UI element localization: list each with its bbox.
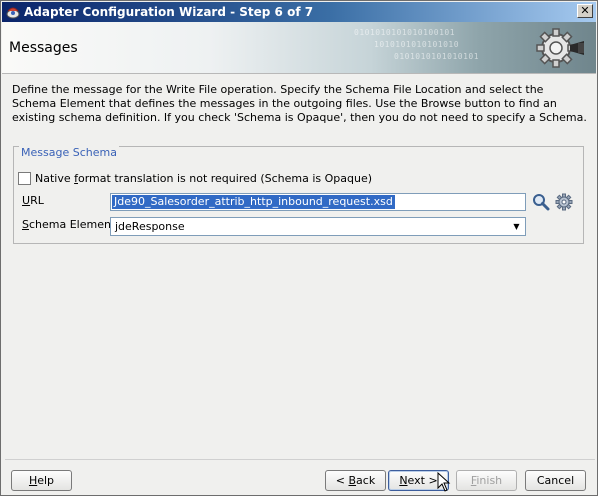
- back-mnemonic: B: [348, 474, 357, 487]
- window-title: Adapter Configuration Wizard - Step 6 of…: [24, 5, 314, 19]
- schema-opaque-checkbox[interactable]: [18, 172, 31, 185]
- page-header: Messages 0101010101010100101 10101010101…: [2, 22, 596, 74]
- url-label-mnemonic: U: [22, 194, 31, 207]
- page-title: Messages: [9, 40, 78, 56]
- back-label-pre: <: [335, 474, 349, 487]
- close-icon: ✕: [580, 4, 590, 17]
- binary-decoration-2: 1010101010101010: [374, 40, 460, 49]
- cb-label-part-1: Native: [35, 172, 75, 185]
- url-label: URL: [22, 194, 44, 207]
- schema-opaque-label[interactable]: Native format translation is not require…: [35, 172, 372, 185]
- url-label-rest: RL: [30, 194, 44, 207]
- back-label-rest: ack: [356, 474, 376, 487]
- schema-element-label: Schema Element: [22, 218, 115, 231]
- mouse-pointer-icon: [437, 472, 451, 492]
- footer-divider: [5, 459, 595, 460]
- title-bar[interactable]: Adapter Configuration Wizard - Step 6 of…: [2, 2, 596, 22]
- binary-decoration-3: 0101010101010101: [394, 52, 480, 61]
- wizard-window: Adapter Configuration Wizard - Step 6 of…: [0, 0, 598, 496]
- gear-icon[interactable]: [555, 193, 573, 211]
- schema-element-select[interactable]: jdeResponse ▼: [110, 217, 526, 236]
- binary-decoration-1: 0101010101010100101: [354, 28, 456, 37]
- help-button[interactable]: Help: [11, 470, 72, 491]
- instructions-paragraph: Define the message for the Write File op…: [12, 83, 587, 124]
- url-input[interactable]: Jde90_Salesorder_attrib_http_inbound_req…: [110, 193, 526, 211]
- dropdown-arrow-icon[interactable]: ▼: [509, 219, 524, 234]
- se-label-mnemonic: S: [22, 218, 29, 231]
- adapter-cup-icon: [6, 7, 20, 19]
- finish-label-rest: inish: [476, 474, 503, 487]
- schema-element-value: jdeResponse: [115, 220, 185, 233]
- cancel-label: Cancel: [536, 474, 575, 487]
- help-mnemonic: H: [28, 474, 38, 487]
- next-mnemonic: N: [399, 474, 408, 487]
- finish-button[interactable]: Finish: [456, 470, 517, 491]
- cb-label-part-2: ormat translation is not required (Schem…: [78, 172, 373, 185]
- cancel-button[interactable]: Cancel: [525, 470, 586, 491]
- close-button[interactable]: ✕: [577, 4, 593, 18]
- help-label-rest: elp: [37, 474, 55, 487]
- gear-plug-icon: [536, 28, 584, 68]
- back-button[interactable]: < Back: [325, 470, 386, 491]
- next-label-rest: ext >: [407, 474, 438, 487]
- message-schema-legend: Message Schema: [19, 146, 119, 159]
- url-input-value: Jde90_Salesorder_attrib_http_inbound_req…: [112, 195, 395, 209]
- se-label-rest: chema Element: [28, 218, 116, 231]
- magnifier-icon[interactable]: [532, 193, 550, 211]
- instructions-text: Define the message for the Write File op…: [12, 83, 588, 125]
